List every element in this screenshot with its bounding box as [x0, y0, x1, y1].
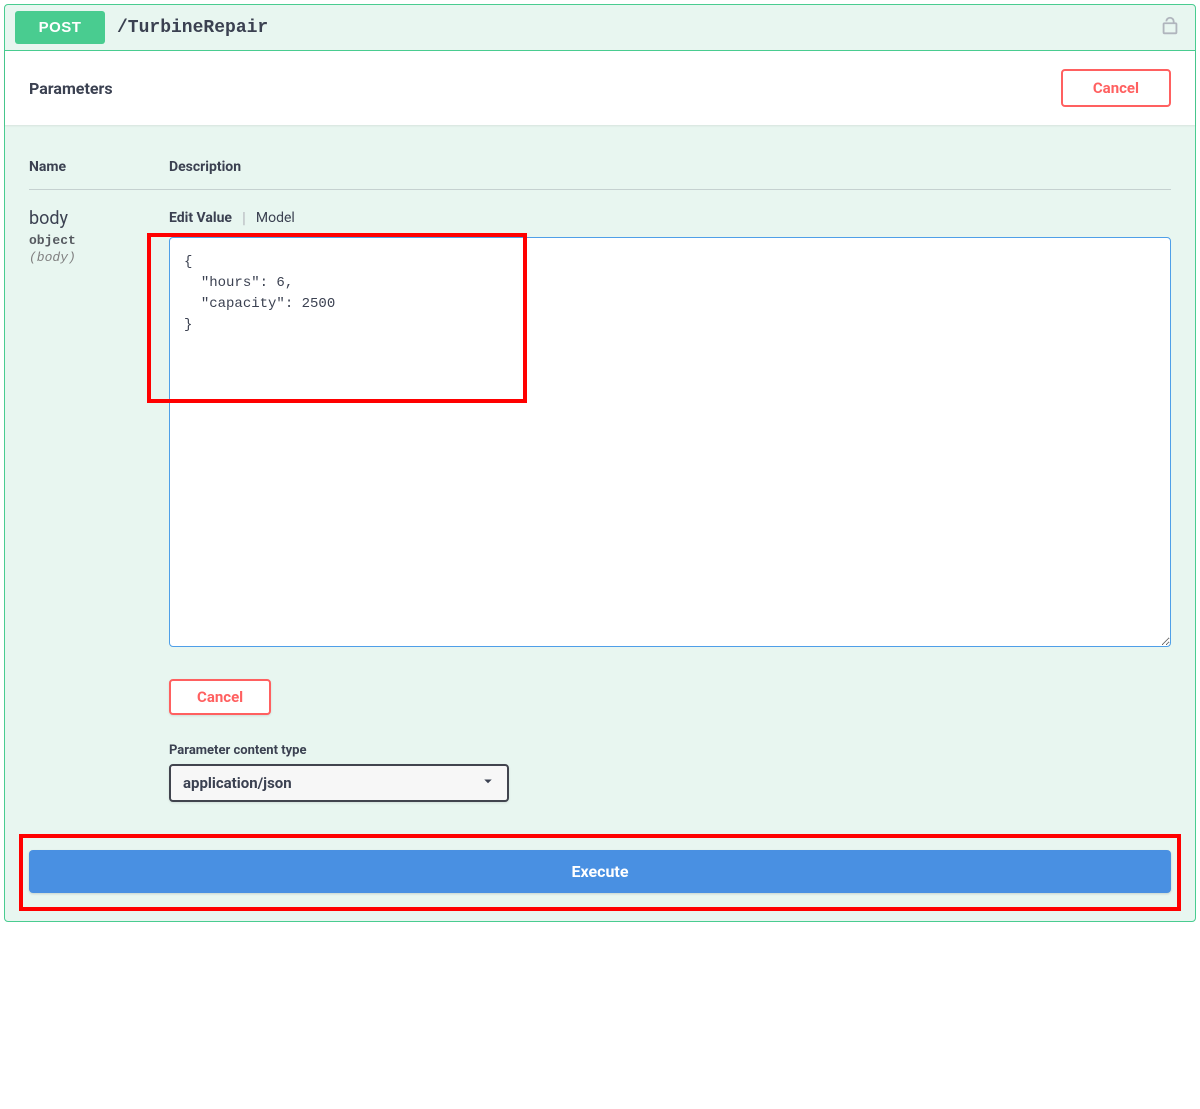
tab-edit-value[interactable]: Edit Value [169, 210, 232, 226]
unlock-icon[interactable] [1159, 15, 1181, 41]
content-type-label: Parameter content type [169, 743, 1171, 758]
endpoint-path: /TurbineRepair [117, 18, 268, 38]
parameters-title: Parameters [29, 79, 113, 98]
content-type-select[interactable]: application/json [169, 764, 509, 802]
parameters-body: Name Description body object (body) Edit… [5, 125, 1195, 802]
body-textarea[interactable] [169, 237, 1171, 647]
value-model-tabs: Edit Value | Model [169, 208, 1171, 227]
tab-separator: | [242, 208, 246, 227]
param-name: body [29, 208, 169, 229]
cancel-button[interactable]: Cancel [1061, 69, 1171, 107]
cancel-button-body[interactable]: Cancel [169, 679, 271, 715]
parameters-header: Parameters Cancel [5, 51, 1195, 125]
content-type-select-wrap: application/json [169, 764, 509, 802]
operation-summary[interactable]: POST /TurbineRepair [5, 5, 1195, 51]
param-table-header: Name Description [29, 145, 1171, 190]
column-name: Name [29, 159, 169, 175]
execute-button[interactable]: Execute [29, 850, 1171, 893]
param-row: body object (body) Edit Value | Model Ca… [29, 190, 1171, 802]
param-desc-cell: Edit Value | Model Cancel Parameter cont… [169, 208, 1171, 802]
param-type: object [29, 233, 169, 248]
operation-block: POST /TurbineRepair Parameters Cancel Na… [4, 4, 1196, 922]
tab-model[interactable]: Model [256, 210, 295, 226]
execute-section: Execute [5, 826, 1195, 921]
http-method-badge: POST [15, 11, 105, 44]
column-description: Description [169, 159, 241, 175]
param-name-cell: body object (body) [29, 208, 169, 802]
param-in: (body) [29, 250, 169, 265]
